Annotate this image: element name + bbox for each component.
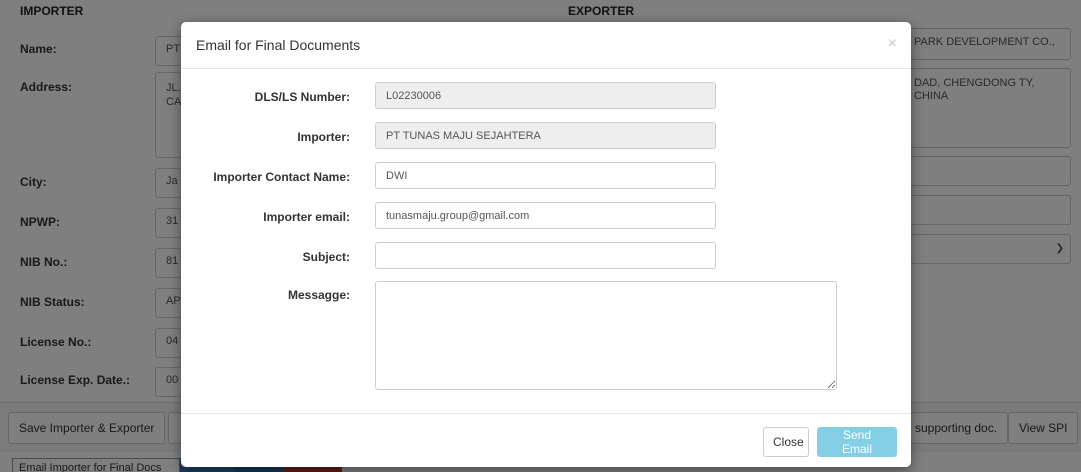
modal-title: Email for Final Documents	[196, 37, 361, 53]
importer-label: Importer:	[297, 130, 350, 144]
subject-label: Subject:	[302, 250, 350, 264]
importer-email-label: Importer email:	[263, 210, 350, 224]
importer-field[interactable]	[375, 122, 716, 149]
email-final-documents-modal: Email for Final Documents × DLS/LS Numbe…	[181, 22, 911, 467]
message-textarea[interactable]	[375, 281, 837, 390]
modal-header: Email for Final Documents ×	[181, 22, 911, 69]
close-icon[interactable]: ×	[888, 35, 897, 53]
importer-contact-name-label: Importer Contact Name:	[213, 170, 350, 184]
close-button[interactable]: Close	[763, 427, 809, 457]
subject-field[interactable]	[375, 242, 716, 269]
send-email-button[interactable]: Send Email	[817, 427, 897, 457]
message-label: Messagge:	[287, 288, 350, 302]
dls-ls-number-label: DLS/LS Number:	[254, 90, 350, 104]
importer-contact-name-field[interactable]	[375, 162, 716, 189]
dls-ls-number-field[interactable]	[375, 82, 716, 109]
importer-email-field[interactable]	[375, 202, 716, 229]
